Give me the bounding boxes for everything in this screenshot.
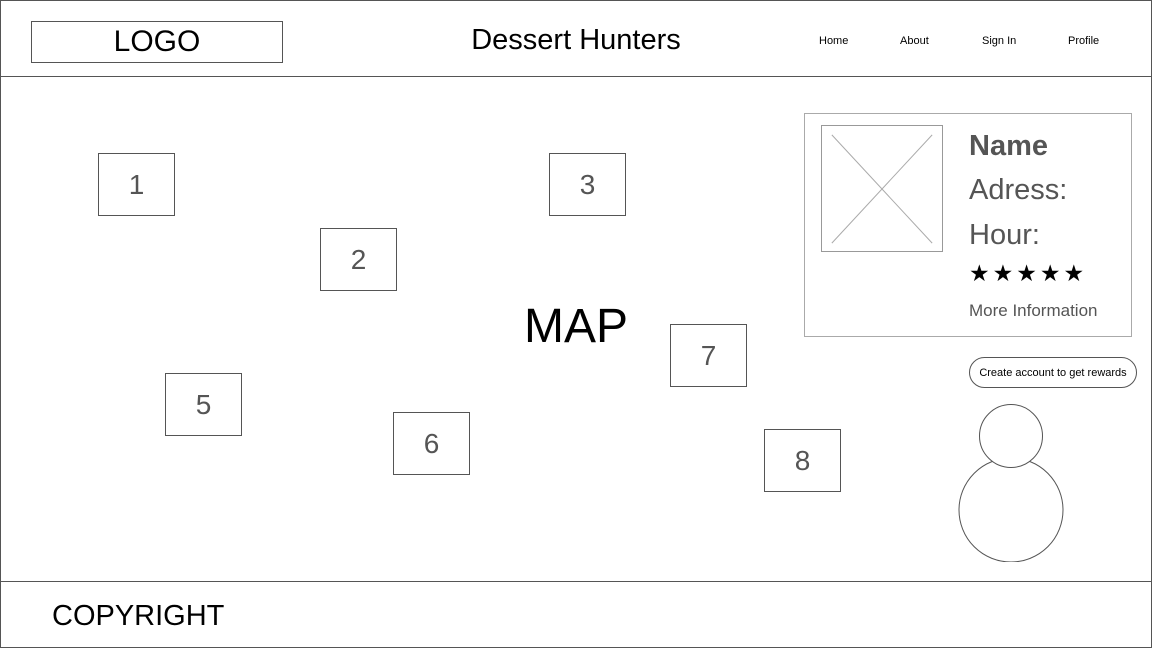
- map-pin[interactable]: 3: [549, 153, 626, 216]
- more-information-link[interactable]: More Information: [969, 301, 1098, 321]
- user-avatar-icon[interactable]: [958, 404, 1064, 563]
- footer: COPYRIGHT: [0, 581, 1152, 648]
- nav-sign-in[interactable]: Sign In: [982, 35, 1016, 47]
- map-pin[interactable]: 5: [165, 373, 242, 436]
- shop-name: Name: [969, 130, 1048, 162]
- nav-profile[interactable]: Profile: [1068, 35, 1099, 47]
- map-pin[interactable]: 8: [764, 429, 841, 492]
- map-label: MAP: [524, 300, 629, 353]
- shop-info-card: Name Adress: Hour: ★ ★ ★ ★ ★ More Inform…: [804, 113, 1132, 337]
- star-icon: ★: [1063, 260, 1085, 286]
- star-rating: ★ ★ ★ ★ ★: [969, 262, 1084, 285]
- map-pin[interactable]: 2: [320, 228, 397, 291]
- create-account-button[interactable]: Create account to get rewards: [969, 357, 1137, 388]
- star-icon: ★: [992, 260, 1014, 286]
- copyright-text: COPYRIGHT: [52, 600, 225, 632]
- map-area[interactable]: MAP 1 2 3 5 6 7 8 Name Adress: Hour: ★ ★…: [0, 77, 1152, 581]
- nav-home[interactable]: Home: [819, 35, 848, 47]
- map-pin[interactable]: 6: [393, 412, 470, 475]
- star-icon: ★: [1039, 260, 1061, 286]
- star-icon: ★: [1016, 260, 1037, 286]
- star-icon: ★: [969, 260, 990, 286]
- shop-address: Adress:: [969, 174, 1068, 206]
- image-placeholder-icon: [821, 125, 943, 252]
- map-pin[interactable]: 1: [98, 153, 175, 216]
- map-pin[interactable]: 7: [670, 324, 747, 387]
- nav-about[interactable]: About: [900, 35, 929, 47]
- shop-hours: Hour:: [969, 219, 1040, 251]
- header: LOGO Dessert Hunters Home About Sign In …: [0, 0, 1152, 77]
- site-title: Dessert Hunters: [471, 24, 681, 56]
